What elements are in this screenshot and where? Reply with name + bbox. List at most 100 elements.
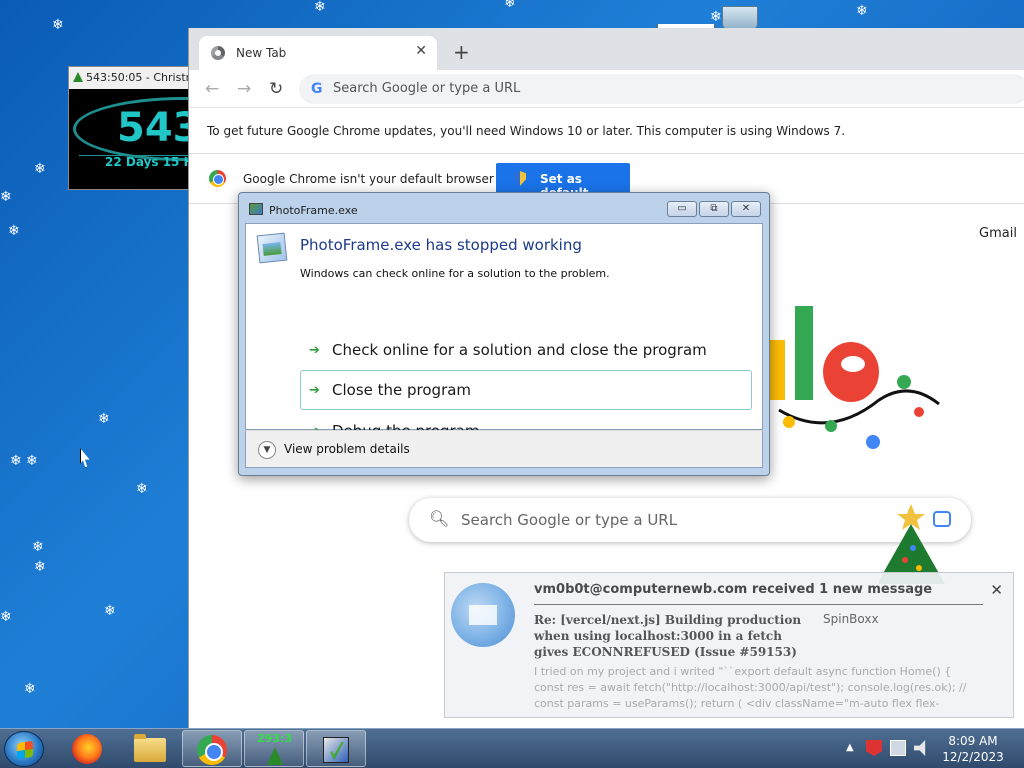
- option-label: Close the program: [332, 381, 472, 399]
- omnibox[interactable]: G Search Google or type a URL: [299, 74, 1024, 104]
- ornament-yellow: [916, 565, 922, 571]
- window-controls: ▭ ⧉ ✕: [667, 201, 761, 217]
- ornament-blue: [910, 545, 916, 551]
- network-icon[interactable]: [890, 740, 906, 756]
- thunderbird-logo-icon: [451, 583, 515, 647]
- message-subject: Re: [vercel/next.js] Building production…: [534, 613, 802, 659]
- taskbar-countdown[interactable]: 293:3: [244, 730, 304, 767]
- photo-app-icon: [256, 232, 288, 264]
- dialog-window-title: PhotoFrame.exe: [269, 204, 358, 217]
- photoframe-icon: [323, 737, 349, 763]
- snowflake-icon: ❄: [26, 453, 38, 469]
- back-icon[interactable]: ←: [205, 79, 219, 99]
- tab-new-tab[interactable]: New Tab ✕: [199, 36, 437, 70]
- snowflake-icon: ❄: [504, 0, 516, 11]
- message-sender: SpinBoxx: [823, 612, 879, 626]
- taskbar-photoframe[interactable]: [306, 730, 366, 767]
- close-program-option[interactable]: ➔ Close the program: [300, 370, 752, 410]
- explorer-icon: [134, 734, 166, 762]
- snowflake-icon: ❄: [34, 559, 46, 575]
- tab-strip: New Tab ✕ +: [189, 28, 1024, 70]
- dialog-heading: PhotoFrame.exe has stopped working: [300, 236, 582, 254]
- omnibox-placeholder: Search Google or type a URL: [333, 81, 521, 96]
- thunderbird-mail-notification[interactable]: vm0b0t@computernewb.com received 1 new m…: [444, 572, 1014, 718]
- doodle-e-hole: [841, 356, 865, 372]
- forward-icon[interactable]: →: [237, 79, 251, 99]
- snowflake-icon: ❄: [136, 481, 148, 497]
- snowflake-icon: ❄: [104, 603, 116, 619]
- doodle-letter-e: [823, 342, 879, 402]
- taskbar-explorer[interactable]: [120, 730, 180, 767]
- recycle-bin-icon[interactable]: [722, 6, 758, 30]
- snowflake-icon: ❄: [98, 411, 110, 427]
- snowflake-icon: ❄: [856, 3, 868, 19]
- snowflake-icon: ❄: [8, 223, 20, 239]
- notification-close-icon[interactable]: ✕: [990, 581, 1003, 599]
- countdown-label: 293:3: [257, 732, 293, 745]
- bulb-green-2: [897, 375, 911, 389]
- snowflake-icon: ❄: [710, 9, 722, 25]
- snowflake-icon: ❄: [10, 453, 22, 469]
- update-notice: To get future Google Chrome updates, you…: [207, 124, 846, 138]
- windows-logo-icon: [17, 740, 33, 760]
- app-crash-dialog: PhotoFrame.exe ▭ ⧉ ✕ PhotoFrame.exe has …: [238, 192, 770, 476]
- bulb-green: [825, 420, 837, 432]
- notification-header: vm0b0t@computernewb.com received 1 new m…: [534, 582, 933, 597]
- chevron-down-icon[interactable]: ▼: [258, 441, 276, 459]
- snowflake-icon: ❄: [32, 539, 44, 555]
- christmas-countdown-gadget[interactable]: 543:50:05 - Christmas Countdown 543 22 D…: [68, 66, 190, 190]
- restore-button[interactable]: ⧉: [699, 201, 729, 217]
- clock-date: 12/2/2023: [942, 750, 1004, 764]
- system-clock[interactable]: 8:09 AM 12/2/2023: [940, 733, 1006, 765]
- tree-icon: [267, 747, 283, 765]
- clock-time: 8:09 AM: [948, 734, 998, 748]
- dialog-footer: ▼ View problem details: [245, 430, 763, 468]
- snowflake-icon: ❄: [0, 189, 12, 205]
- chrome-icon: [197, 735, 227, 765]
- view-problem-details-link[interactable]: View problem details: [284, 442, 410, 456]
- uac-shield-icon: [514, 171, 526, 186]
- countdown-number: 543: [117, 105, 189, 151]
- update-infobar: To get future Google Chrome updates, you…: [189, 108, 1024, 154]
- ornament-red: [902, 557, 908, 563]
- snowflake-icon: ❄: [314, 0, 326, 15]
- show-hidden-icons-icon[interactable]: ▲: [846, 742, 854, 753]
- tab-title: New Tab: [236, 46, 287, 60]
- firefox-icon: [72, 734, 102, 764]
- start-button[interactable]: [4, 731, 44, 767]
- taskbar: 293:3 ▲ 8:09 AM 12/2/2023: [0, 728, 1024, 768]
- gadget-title-bar: 543:50:05 - Christmas Countdown: [69, 67, 189, 89]
- photoframe-title-icon: [249, 203, 263, 215]
- green-arrow-icon: ➔: [309, 383, 320, 398]
- dialog-body: PhotoFrame.exe has stopped working Windo…: [245, 223, 763, 440]
- doodle-letter-l: [795, 306, 813, 400]
- green-arrow-icon: ➔: [309, 343, 320, 358]
- close-button[interactable]: ✕: [731, 201, 761, 217]
- taskbar-firefox[interactable]: [58, 730, 118, 767]
- google-doodle[interactable]: [769, 300, 949, 450]
- taskbar-chrome[interactable]: [182, 730, 242, 767]
- minimize-button[interactable]: ▭: [667, 201, 697, 217]
- navigation-bar: ← → ↻ G Search Google or type a URL: [189, 70, 1024, 108]
- reload-icon[interactable]: ↻: [269, 79, 283, 99]
- default-browser-notice: Google Chrome isn't your default browser: [243, 172, 494, 186]
- snowflake-icon: ❄: [0, 609, 12, 625]
- tab-close-icon[interactable]: ✕: [415, 43, 427, 59]
- chrome-favicon-icon: [211, 46, 225, 60]
- message-preview: I tried on my project and i writed "``ex…: [534, 665, 967, 710]
- option-label: Check online for a solution and close th…: [332, 341, 707, 359]
- divider: [534, 604, 983, 605]
- check-online-option[interactable]: ➔ Check online for a solution and close …: [300, 330, 752, 370]
- gmail-link[interactable]: Gmail: [979, 226, 1017, 241]
- dialog-subtext: Windows can check online for a solution …: [300, 267, 610, 280]
- set-as-default-button[interactable]: Set as default: [496, 163, 630, 200]
- bulb-yellow: [783, 416, 795, 428]
- new-tab-button[interactable]: +: [453, 40, 470, 64]
- snowflake-icon: ❄: [52, 17, 64, 33]
- volume-icon[interactable]: [914, 740, 926, 756]
- snowflake-icon: ❄: [34, 161, 46, 177]
- snowflake-icon: ❄: [24, 681, 36, 697]
- search-icon: 🔍︎: [429, 509, 450, 528]
- mouse-cursor: [80, 448, 90, 468]
- action-center-flag-icon[interactable]: [866, 740, 882, 756]
